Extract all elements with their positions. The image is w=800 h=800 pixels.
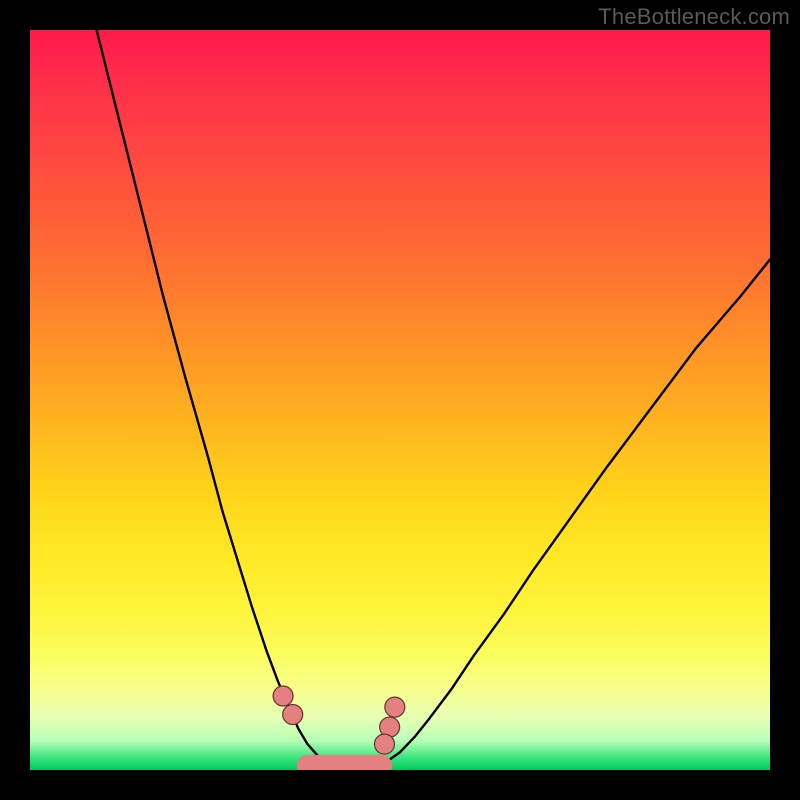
left-lower-dot [283, 705, 303, 725]
right-upper-dot [385, 697, 405, 717]
right-lower-dot [374, 734, 394, 754]
left-upper-dot [273, 686, 293, 706]
watermark-text: TheBottleneck.com [598, 4, 790, 30]
chart-frame: TheBottleneck.com [0, 0, 800, 800]
marker-layer [30, 30, 770, 770]
plot-area [30, 30, 770, 770]
